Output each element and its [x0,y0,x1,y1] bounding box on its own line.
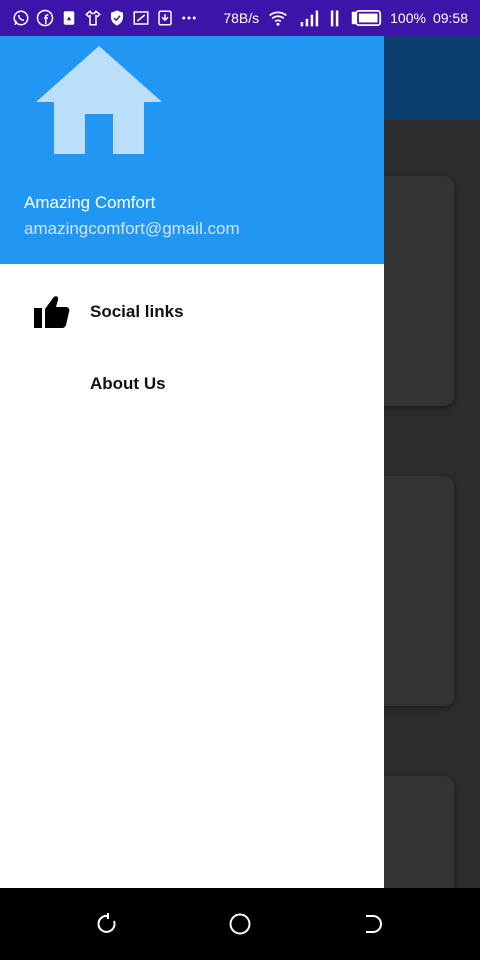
notification-icons [0,9,198,27]
status-right: 78B/s 100% 09:58 [223,0,468,36]
navigation-drawer: Amazing Comfort amazingcomfort@gmail.com… [0,36,384,888]
screen: 78B/s 100% 09:58 Amazing Comfort amazing… [0,0,480,960]
wifi-icon [266,9,290,27]
home-icon [36,46,162,154]
shirt-icon [84,9,102,27]
account-email: amazingcomfort@gmail.com [24,219,240,238]
shield-icon [108,9,126,27]
battery-icon [349,9,383,27]
signal-2-icon [328,9,342,27]
cast-icon [132,9,150,27]
back-icon[interactable] [361,912,385,936]
facebook-icon [36,9,54,27]
system-nav-bar [0,888,480,960]
download-icon [156,9,174,27]
thumbs-up-icon [34,296,70,328]
signal-icon [297,9,321,27]
storage-icon [60,9,78,27]
whatsapp-icon [12,9,30,27]
recent-apps-icon[interactable] [95,912,119,936]
more-icon [180,9,198,27]
net-speed: 78B/s [223,10,260,26]
account-name: Amazing Comfort [24,193,156,212]
status-bar: 78B/s 100% 09:58 [0,0,480,36]
battery-percent: 100% [390,10,426,26]
drawer-header: Amazing Comfort amazingcomfort@gmail.com [0,36,384,264]
home-nav-icon[interactable] [228,912,252,936]
menu-item-about-us[interactable]: About Us [0,352,384,416]
menu-item-label: Social links [90,302,184,321]
menu-item-social-links[interactable]: Social links [0,280,384,344]
menu-item-label: About Us [90,374,166,393]
clock: 09:58 [432,10,468,26]
